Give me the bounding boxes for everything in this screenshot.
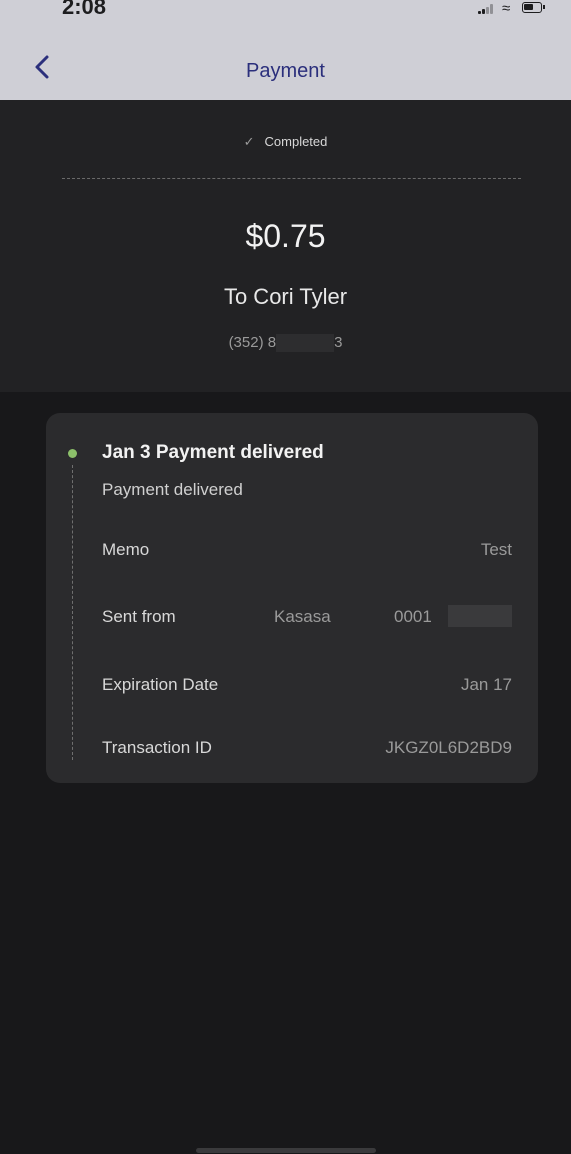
- status-text: Completed: [264, 134, 328, 149]
- memo-row: Memo Test: [102, 540, 512, 564]
- sent-from-label: Sent from: [102, 607, 176, 626]
- divider: [62, 178, 521, 179]
- nav-bar: Payment: [0, 22, 571, 100]
- signal-icon: [478, 4, 496, 14]
- event-subtitle: Payment delivered: [102, 480, 243, 499]
- payment-summary: ✓ Completed $0.75 To Cori Tyler (352) 8 3: [0, 100, 571, 392]
- transaction-label: Transaction ID: [102, 738, 212, 757]
- expiration-row: Expiration Date Jan 17: [102, 675, 512, 699]
- page-title: Payment: [246, 60, 325, 82]
- home-indicator[interactable]: [196, 1148, 376, 1153]
- recipient-phone: (352) 8 3: [0, 334, 571, 353]
- phone-suffix: 3: [334, 334, 343, 351]
- payment-details-card: Jan 3 Payment delivered Payment delivere…: [46, 413, 538, 783]
- event-title: Jan 3 Payment delivered: [102, 442, 324, 463]
- timeline-line: [72, 465, 73, 760]
- transaction-value: JKGZ0L6D2BD9: [385, 738, 512, 757]
- redacted-block: [276, 334, 335, 353]
- status-bar: 2:08 ≈: [0, 0, 571, 22]
- sent-from-row: Sent from Kasasa 0001: [102, 605, 512, 631]
- transaction-row: Transaction ID JKGZ0L6D2BD9: [102, 738, 512, 762]
- status-time: 2:08: [62, 0, 107, 19]
- payment-status: ✓ Completed: [0, 134, 571, 150]
- wifi-icon: ≈: [502, 0, 511, 17]
- memo-label: Memo: [102, 540, 150, 559]
- redacted-block: [448, 605, 512, 627]
- status-icons: ≈: [478, 0, 548, 17]
- timeline-dot: [68, 449, 77, 458]
- expiration-label: Expiration Date: [102, 675, 219, 694]
- memo-value: Test: [480, 540, 512, 559]
- sent-from-account: 0001: [394, 607, 432, 626]
- recipient-name: To Cori Tyler: [223, 284, 348, 309]
- expiration-value: Jan 17: [460, 675, 512, 694]
- battery-icon: [522, 2, 545, 13]
- phone-prefix: (352) 8: [228, 334, 277, 351]
- payment-amount: $0.75: [245, 218, 326, 254]
- sent-from-bank: Kasasa: [274, 607, 331, 626]
- check-icon: ✓: [243, 134, 255, 149]
